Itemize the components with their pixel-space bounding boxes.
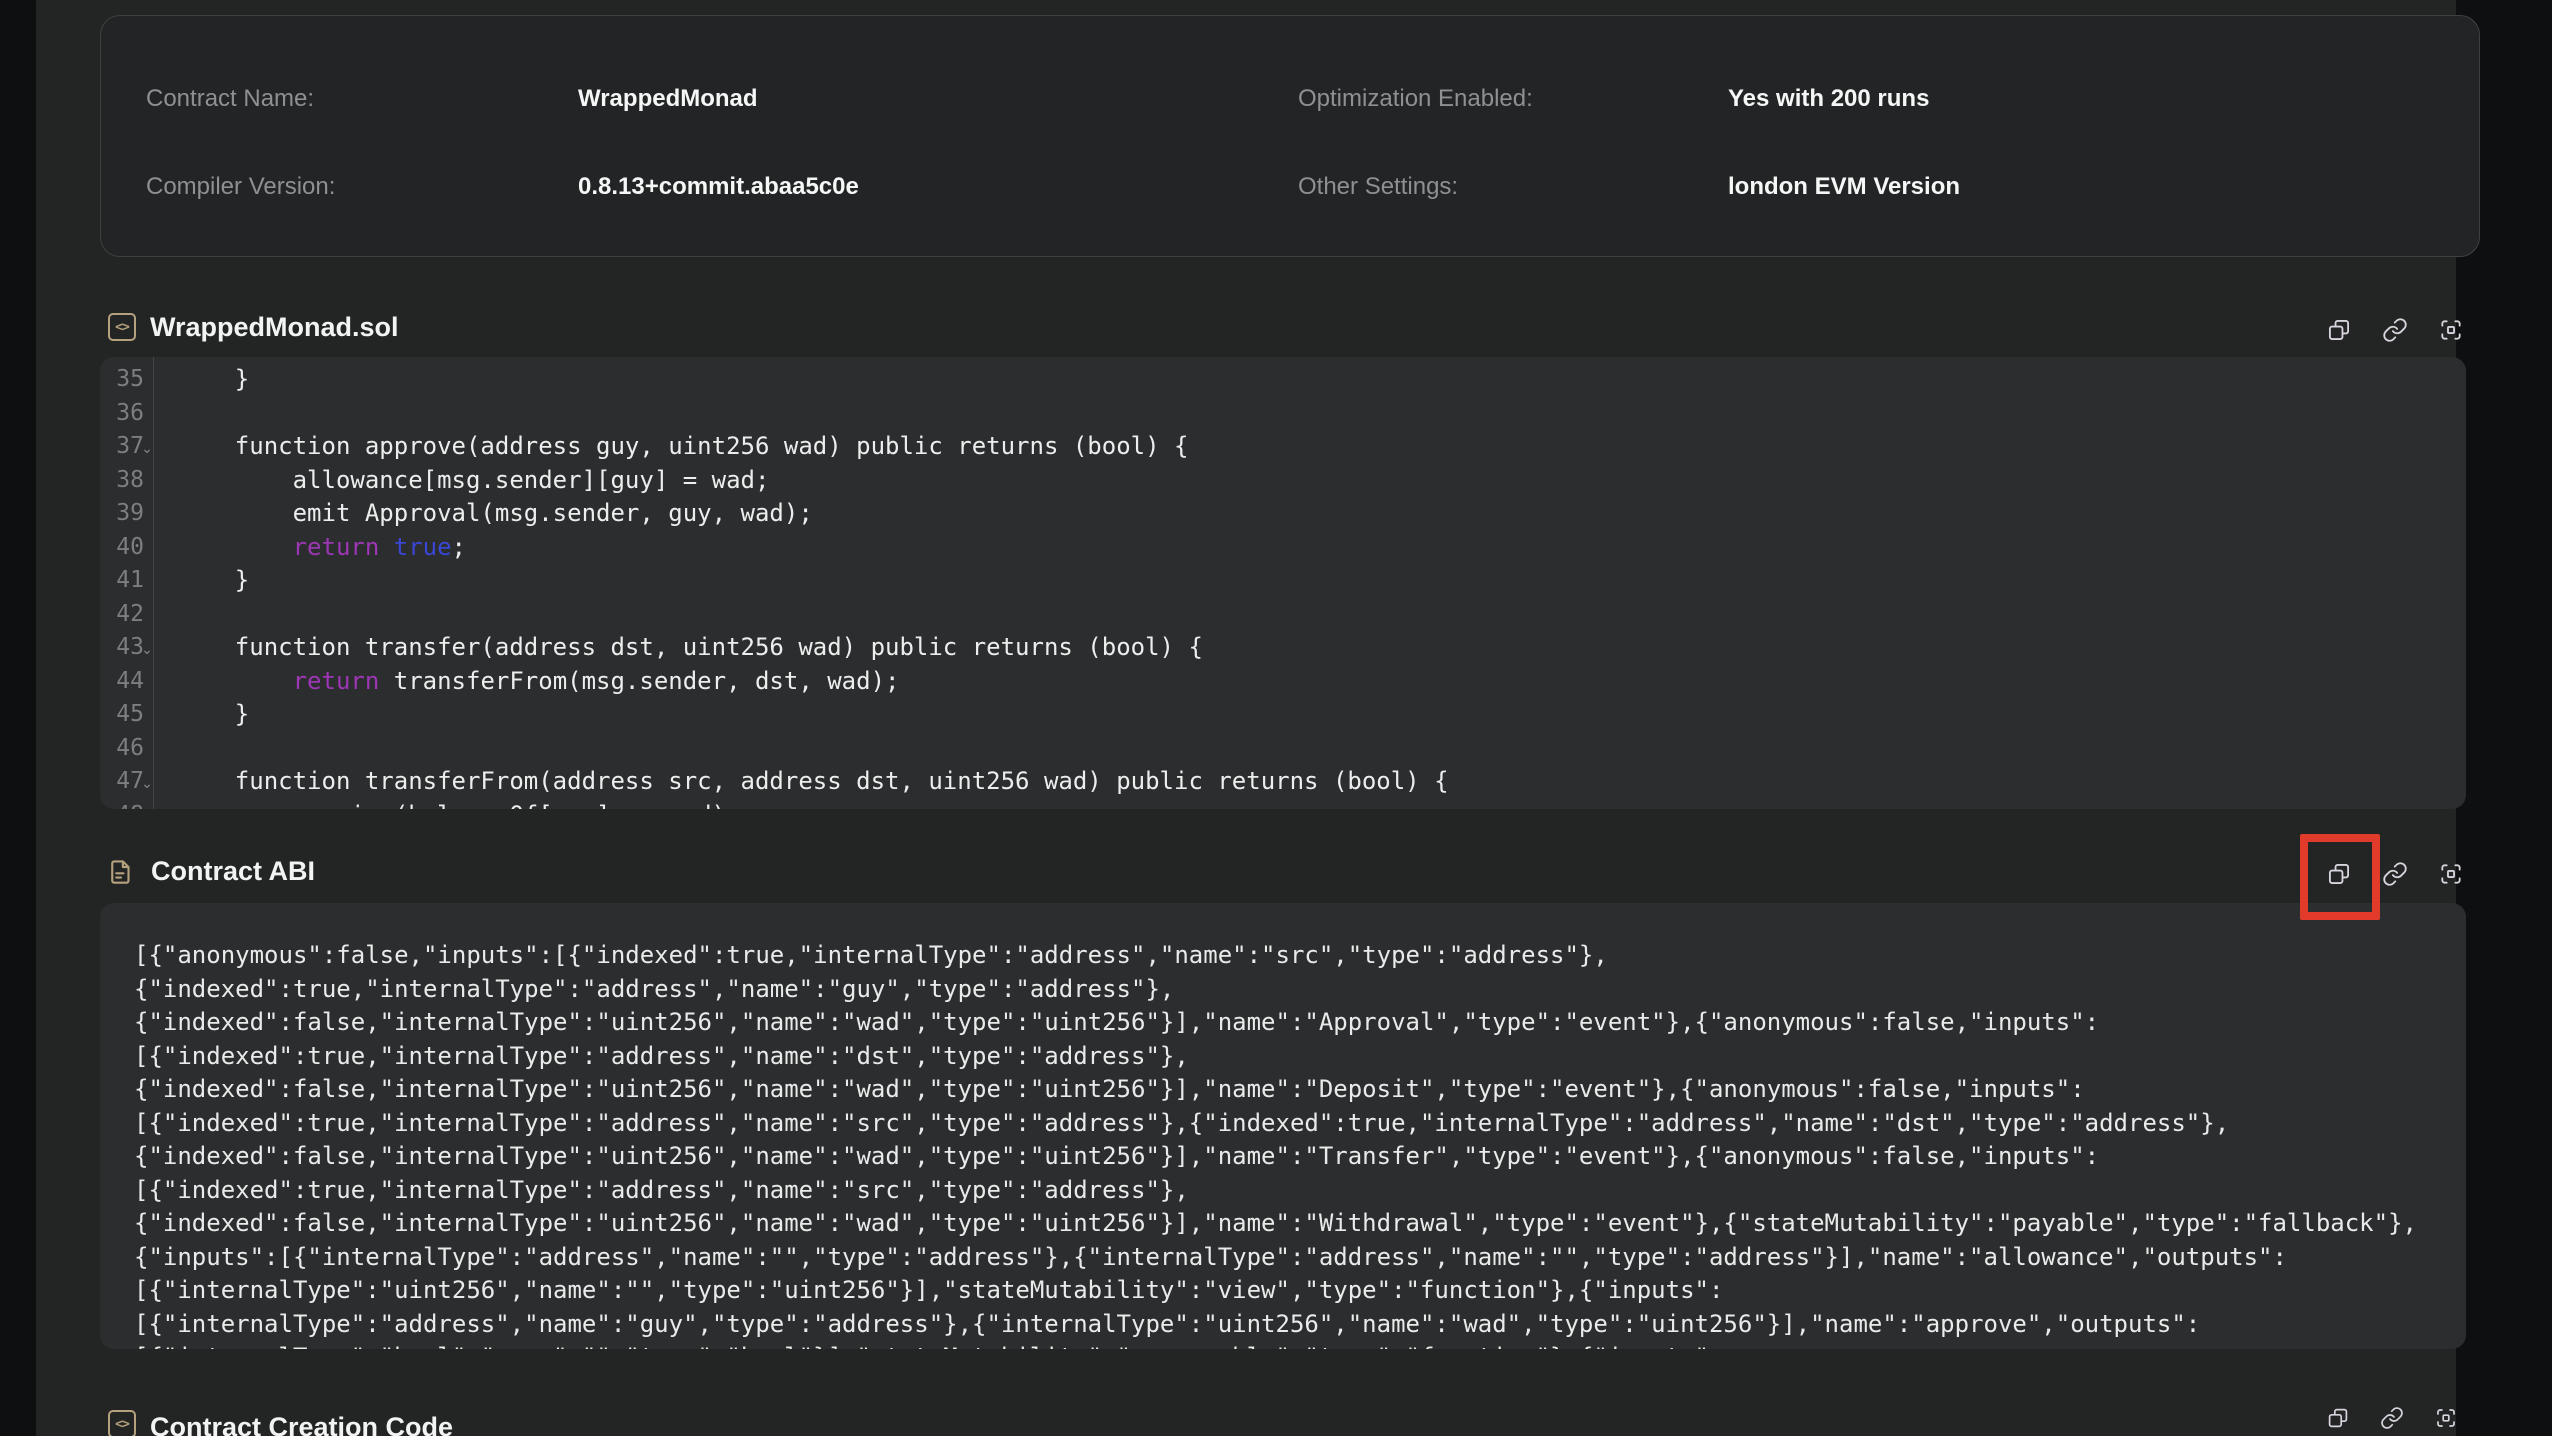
copy-icon (2326, 1406, 2350, 1430)
code-text: emit Approval(msg.sender, guy, wad); (177, 497, 813, 531)
code-lines: 35 ⌄ } 36 ⌄ 37 ⌄ function approve(addres… (100, 363, 2466, 809)
other-settings-value: london EVM Version (1728, 172, 1960, 202)
code-text: function transferFrom(address src, addre… (177, 765, 1449, 799)
abi-line: {"indexed":false,"internalType":"uint256… (134, 1006, 2456, 1040)
abi-line: [{"indexed":true,"internalType":"address… (134, 1040, 2456, 1074)
code-line: 44 ⌄ return transferFrom(msg.sender, dst… (100, 665, 2466, 699)
abi-line: {"indexed":false,"internalType":"uint256… (134, 1207, 2456, 1241)
optimization-row: Optimization Enabled: (1298, 84, 1533, 114)
other-settings-label: Other Settings: (1298, 173, 1458, 200)
code-text: require(balanceOf[src] >= wad); (177, 799, 741, 810)
code-line: 42 ⌄ (100, 598, 2466, 632)
line-number: 46 (100, 732, 144, 766)
line-number: 41 (100, 564, 144, 598)
fullscreen-icon (2438, 317, 2464, 343)
line-number: 43 (100, 631, 144, 665)
contract-info-card: Contract Name: WrappedMonad Compiler Ver… (100, 15, 2480, 257)
fold-chevron-icon[interactable]: ⌄ (140, 768, 154, 802)
contract-name-value: WrappedMonad (578, 84, 758, 114)
code-line: 35 ⌄ } (100, 363, 2466, 397)
document-icon (106, 854, 136, 895)
code-line: 40 ⌄ return true; (100, 531, 2466, 565)
line-number: 42 (100, 598, 144, 632)
line-number: 39 (100, 497, 144, 531)
abi-line: [{"anonymous":false,"inputs":[{"indexed"… (134, 939, 2456, 973)
code-text: } (177, 564, 249, 598)
line-number: 45 (100, 698, 144, 732)
line-number: 38 (100, 464, 144, 498)
abi-line: {"indexed":false,"internalType":"uint256… (134, 1073, 2456, 1107)
code-line: 48 ⌄ require(balanceOf[src] >= wad); (100, 799, 2466, 810)
other-settings-row: Other Settings: (1298, 172, 1458, 202)
permalink-icon (2382, 317, 2408, 343)
code-line: 45 ⌄ } (100, 698, 2466, 732)
permalink-source-button[interactable] (2382, 317, 2408, 343)
code-text: return transferFrom(msg.sender, dst, wad… (177, 665, 899, 699)
compiler-version-row: Compiler Version: (146, 172, 335, 202)
code-line: 46 ⌄ (100, 732, 2466, 766)
code-file-icon: <> (108, 313, 136, 341)
permalink-icon (2380, 1406, 2404, 1430)
copy-creation-button[interactable] (2326, 1406, 2352, 1432)
abi-title: Contract ABI (151, 856, 315, 887)
line-number: 40 (100, 531, 144, 565)
code-line: 37 ⌄ function approve(address guy, uint2… (100, 430, 2466, 464)
content-column: Contract Name: WrappedMonad Compiler Ver… (36, 0, 2456, 1436)
line-number: 35 (100, 363, 144, 397)
creation-code-title: Contract Creation Code (150, 1412, 453, 1436)
contract-name-label: Contract Name: (146, 85, 314, 112)
line-number: 36 (100, 397, 144, 431)
source-file-title: WrappedMonad.sol (150, 312, 399, 343)
fold-chevron-icon[interactable]: ⌄ (140, 634, 154, 668)
optimization-value: Yes with 200 runs (1728, 84, 1929, 114)
fullscreen-icon (2434, 1406, 2458, 1430)
code-text: } (177, 698, 249, 732)
abi-line: [{"internalType":"bool","name":"","type"… (134, 1341, 2456, 1349)
permalink-abi-button[interactable] (2382, 861, 2408, 887)
fullscreen-creation-button[interactable] (2434, 1406, 2460, 1432)
abi-line: {"indexed":true,"internalType":"address"… (134, 973, 2456, 1007)
permalink-creation-button[interactable] (2380, 1406, 2406, 1432)
fullscreen-abi-button[interactable] (2438, 861, 2464, 887)
abi-line: {"indexed":false,"internalType":"uint256… (134, 1140, 2456, 1174)
code-text: allowance[msg.sender][guy] = wad; (177, 464, 769, 498)
abi-line: [{"internalType":"address","name":"guy",… (134, 1308, 2456, 1342)
copy-icon (2326, 317, 2352, 343)
copy-source-button[interactable] (2326, 317, 2352, 343)
compiler-version-value: 0.8.13+commit.abaa5c0e (578, 172, 859, 202)
code-line: 47 ⌄ function transferFrom(address src, … (100, 765, 2466, 799)
line-number: 48 (100, 799, 144, 810)
abi-line: [{"internalType":"uint256","name":"","ty… (134, 1274, 2456, 1308)
source-code-viewer[interactable]: 35 ⌄ } 36 ⌄ 37 ⌄ function approve(addres… (100, 357, 2466, 809)
abi-text: [{"anonymous":false,"inputs":[{"indexed"… (134, 939, 2456, 1349)
code-text: function transfer(address dst, uint256 w… (177, 631, 1203, 665)
code-line: 36 ⌄ (100, 397, 2466, 431)
contract-verification-page: Contract Name: WrappedMonad Compiler Ver… (0, 0, 2552, 1436)
compiler-version-label: Compiler Version: (146, 173, 335, 200)
code-text: } (177, 363, 249, 397)
line-number: 47 (100, 765, 144, 799)
code-text: function approve(address guy, uint256 wa… (177, 430, 1188, 464)
code-file-icon: <> (108, 1410, 136, 1436)
line-number: 37 (100, 430, 144, 464)
permalink-icon (2382, 861, 2408, 887)
abi-line: [{"indexed":true,"internalType":"address… (134, 1174, 2456, 1208)
contract-name-row: Contract Name: (146, 84, 314, 114)
fullscreen-icon (2438, 861, 2464, 887)
abi-line: {"inputs":[{"internalType":"address","na… (134, 1241, 2456, 1275)
optimization-label: Optimization Enabled: (1298, 85, 1533, 112)
code-text: return true; (177, 531, 466, 565)
fullscreen-source-button[interactable] (2438, 317, 2464, 343)
code-line: 39 ⌄ emit Approval(msg.sender, guy, wad)… (100, 497, 2466, 531)
code-line: 43 ⌄ function transfer(address dst, uint… (100, 631, 2466, 665)
contract-abi-box[interactable]: [{"anonymous":false,"inputs":[{"indexed"… (100, 903, 2466, 1349)
code-line: 38 ⌄ allowance[msg.sender][guy] = wad; (100, 464, 2466, 498)
abi-line: [{"indexed":true,"internalType":"address… (134, 1107, 2456, 1141)
line-number: 44 (100, 665, 144, 699)
code-line: 41 ⌄ } (100, 564, 2466, 598)
fold-chevron-icon[interactable]: ⌄ (140, 433, 154, 467)
annotation-highlight-box (2300, 834, 2380, 920)
